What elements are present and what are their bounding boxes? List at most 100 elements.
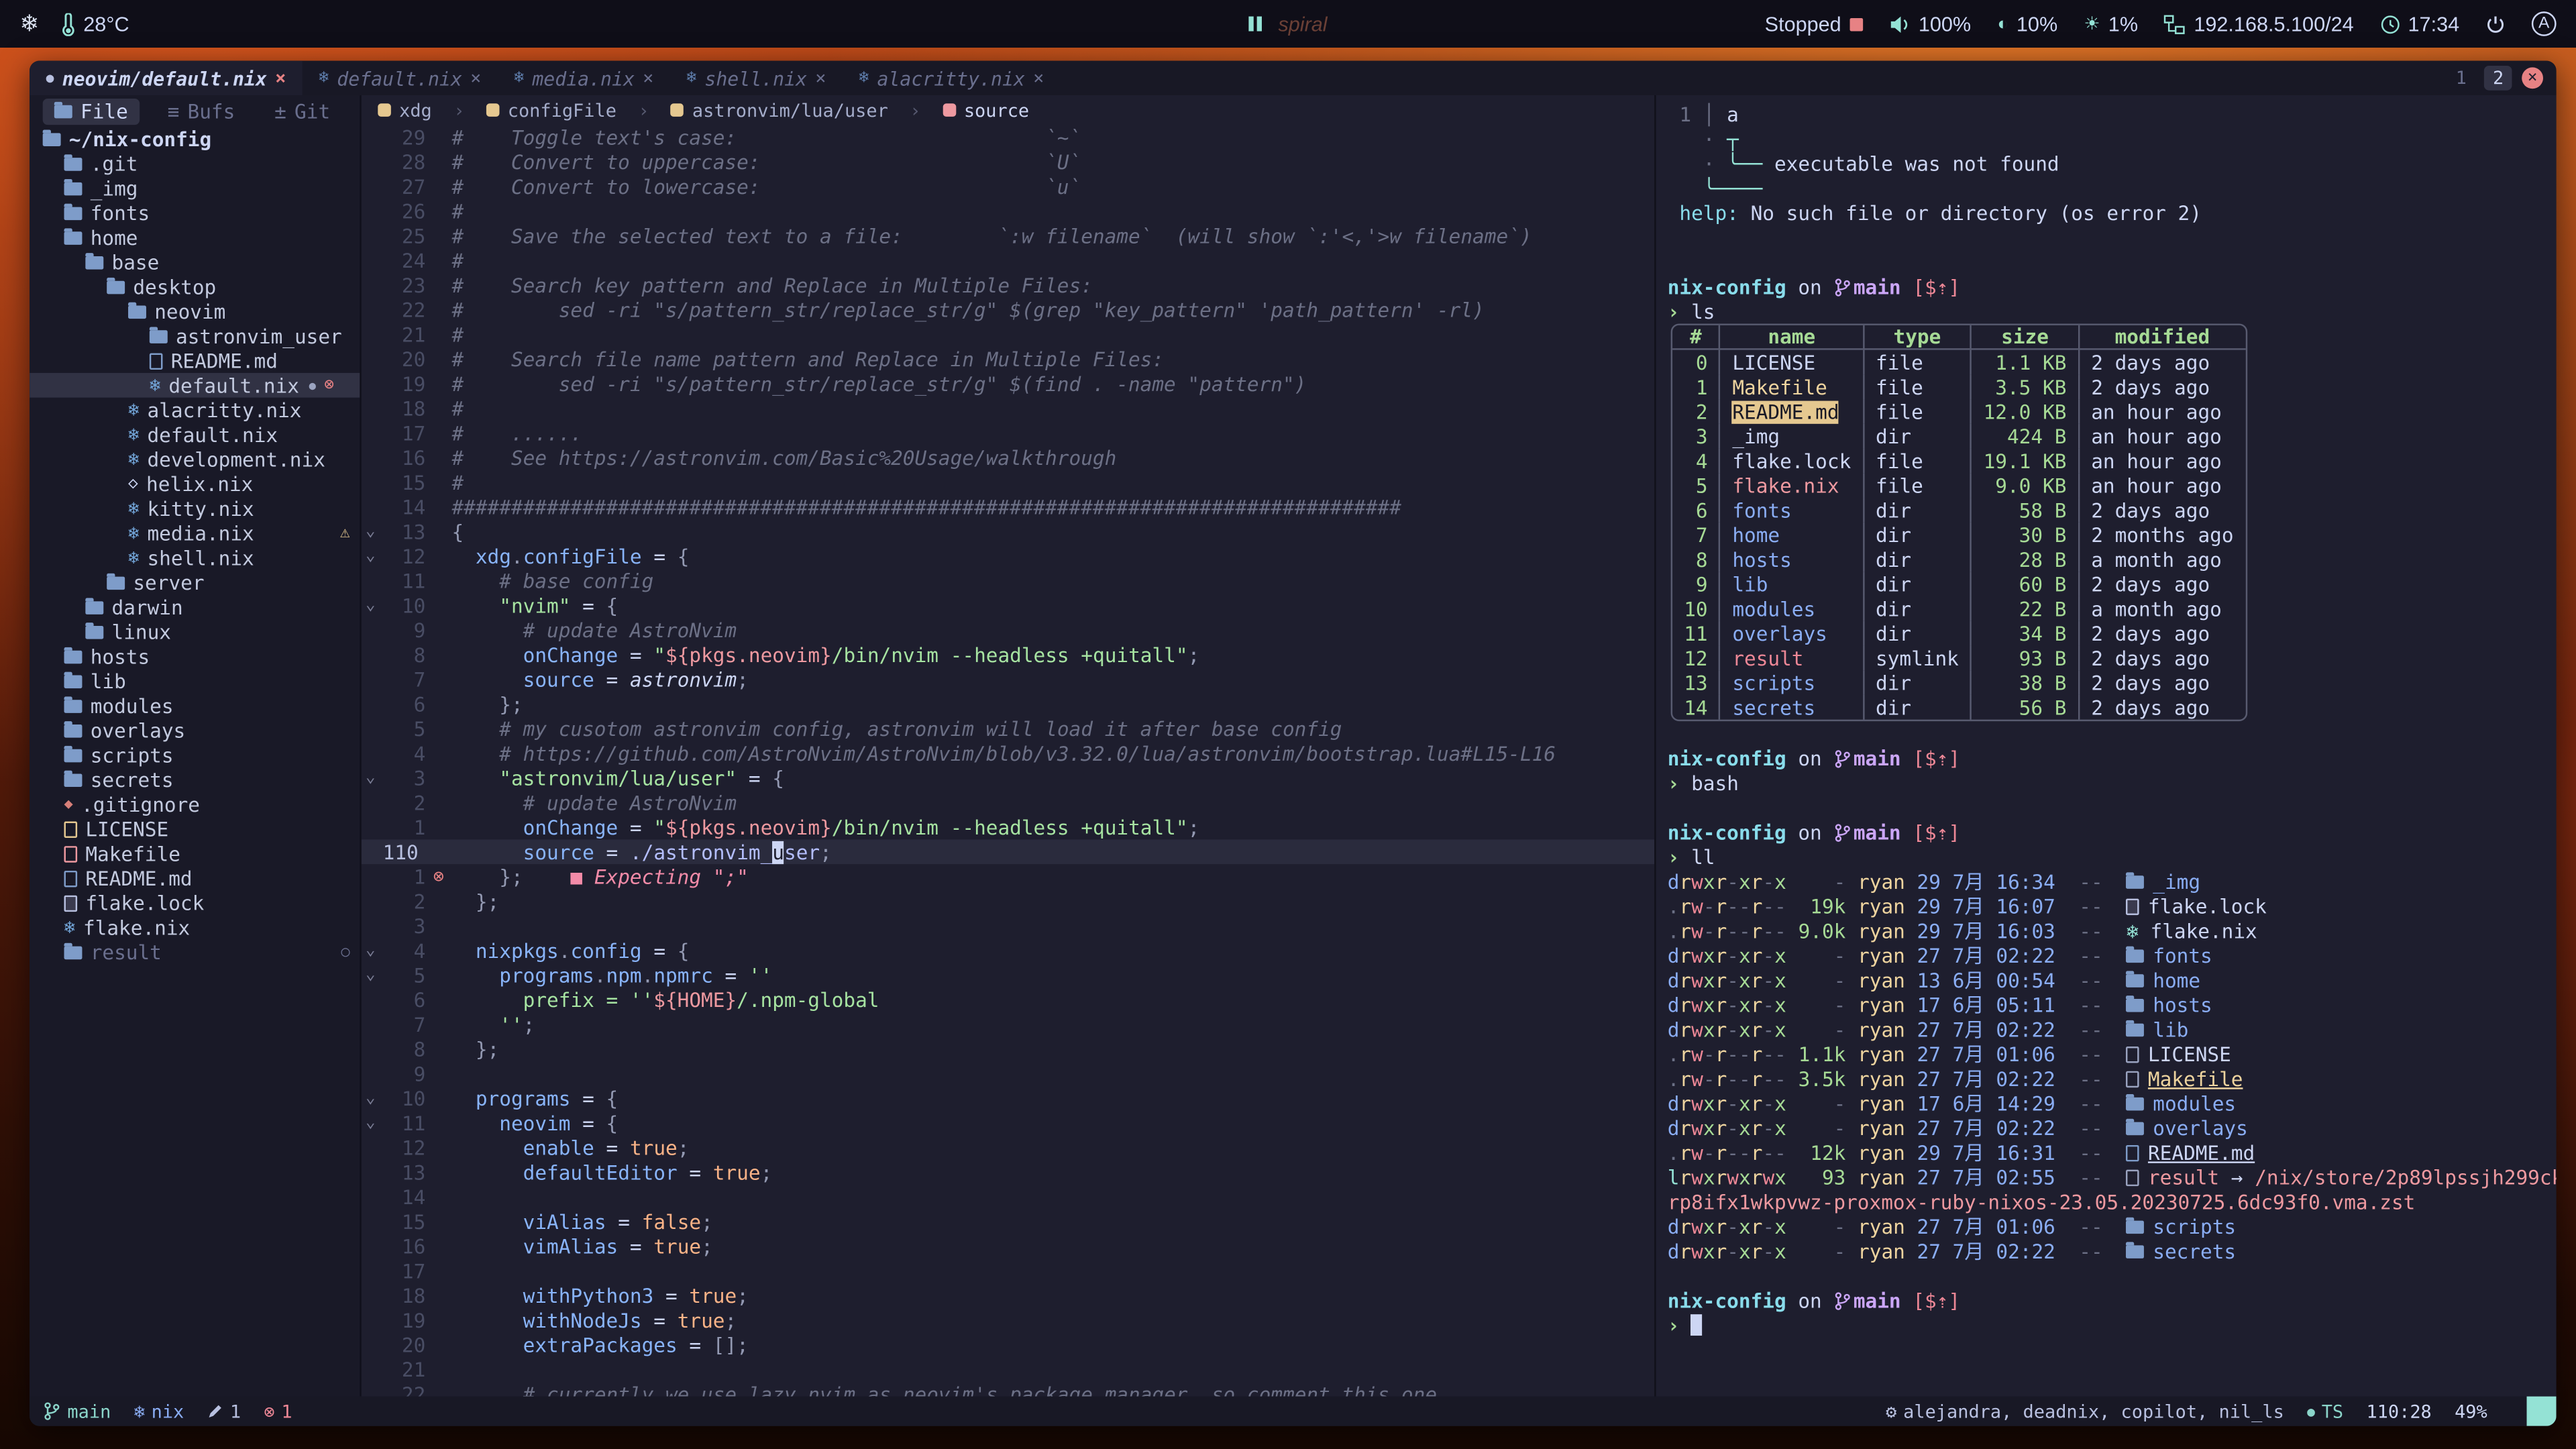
volume-module[interactable]: 100% (1889, 12, 1971, 35)
breadcrumb-item[interactable]: xdg (399, 99, 432, 121)
tree-item[interactable]: lib (30, 669, 360, 694)
tab-close-icon[interactable]: × (275, 67, 286, 89)
brightness-module[interactable]: ☀ 1% (2084, 12, 2138, 35)
code-line[interactable]: 21# (362, 322, 1654, 347)
tree-item[interactable]: ❄flake.nix (30, 915, 360, 940)
code-line[interactable]: 3 (362, 914, 1654, 938)
tab-close-icon[interactable]: × (643, 67, 653, 89)
code-line[interactable]: ⌄3 "astronvim/lua/user" = { (362, 765, 1654, 790)
media-player-module[interactable]: spiral (1248, 12, 1327, 35)
tree-item[interactable]: astronvim_user (30, 323, 360, 348)
code-line[interactable]: 23# Search key pattern and Replace in Mu… (362, 273, 1654, 298)
code-line[interactable]: ⌄4 nixpkgs.config = { (362, 938, 1654, 963)
tree-item[interactable]: ❄alacritty.nix (30, 398, 360, 423)
clock-module[interactable]: 17:34 (2380, 12, 2459, 35)
tree-item[interactable]: ❄default.nix●⊗ (30, 373, 360, 398)
code-line[interactable]: 4 # https://github.com/AstroNvim/AstroNv… (362, 741, 1654, 765)
code-line[interactable]: 20 extraPackages = []; (362, 1332, 1654, 1357)
diagnostic-info-segment[interactable]: 1 (207, 1401, 241, 1422)
code-line[interactable]: ⌄10 programs = { (362, 1086, 1654, 1111)
tree-item[interactable]: hosts (30, 644, 360, 669)
code-line[interactable]: 13 defaultEditor = true; (362, 1160, 1654, 1185)
tree-item[interactable]: ~/nix-config (30, 127, 360, 152)
code-line[interactable]: 11 # base config (362, 568, 1654, 593)
code-line[interactable]: ⌄10 "nvim" = { (362, 593, 1654, 618)
breadcrumb-item[interactable]: source (964, 99, 1029, 121)
tree-item[interactable]: ◆.gitignore (30, 792, 360, 816)
code-line[interactable]: 16# See https://astronvim.com/Basic%20Us… (362, 445, 1654, 470)
shell-command-line[interactable]: › (1668, 1313, 2557, 1338)
mic-module[interactable]: ◐ 10% (1997, 12, 2057, 35)
keyboard-layout-indicator[interactable]: A (2532, 11, 2557, 36)
tree-item[interactable]: ❄development.nix (30, 447, 360, 472)
code-line[interactable]: 9 # update AstroNvim (362, 618, 1654, 643)
code-line[interactable]: ⌄13{ (362, 519, 1654, 544)
code-line[interactable]: 6 prefix = ''${HOME}/.npm-global (362, 987, 1654, 1012)
code-line[interactable]: 2 }; (362, 889, 1654, 914)
code-line[interactable]: 19# sed -ri "s/pattern_str/replace_str/g… (362, 371, 1654, 396)
explorer-tab-git[interactable]: ±Git (263, 98, 341, 124)
shell-command-line[interactable]: › ll (1668, 845, 2557, 869)
code-line[interactable]: 27# Convert to lowercase: `u` (362, 174, 1654, 199)
terminal-pane[interactable]: 1 │ a · ┬ · ╰── executable was not found… (1654, 95, 2556, 1397)
code-line[interactable]: 12 enable = true; (362, 1135, 1654, 1160)
tree-item[interactable]: fonts (30, 201, 360, 225)
tree-item[interactable]: secrets (30, 767, 360, 792)
explorer-tab-bufs[interactable]: ≡Bufs (156, 98, 246, 124)
code-line[interactable]: 24# (362, 248, 1654, 273)
tree-item[interactable]: linux (30, 619, 360, 644)
tree-item[interactable]: LICENSE (30, 816, 360, 841)
tabpage-1[interactable]: 1 (2447, 66, 2475, 91)
buffer-tab[interactable]: ●neovim/default.nix× (30, 61, 303, 95)
code-line[interactable]: 9 (362, 1061, 1654, 1086)
power-button[interactable] (2485, 14, 2505, 34)
network-module[interactable]: 192.168.5.100/24 (2164, 12, 2353, 35)
code-line[interactable]: 14 (362, 1185, 1654, 1210)
code-line[interactable]: 25# Save the selected text to a file: `:… (362, 223, 1654, 248)
code-line[interactable]: 8 }; (362, 1036, 1654, 1061)
diagnostic-error-segment[interactable]: ⊗ 1 (264, 1401, 292, 1422)
code-line[interactable]: 14######################################… (362, 494, 1654, 519)
code-line[interactable]: 18# (362, 396, 1654, 421)
tab-close-icon[interactable]: × (815, 67, 826, 89)
code-line[interactable]: 29# Toggle text's case: `~` (362, 125, 1654, 150)
code-line[interactable]: 15# (362, 470, 1654, 494)
tree-item[interactable]: .git (30, 151, 360, 176)
code-line[interactable]: 5 # my cusotom astronvim config, astronv… (362, 716, 1654, 741)
tab-close-icon[interactable]: × (1033, 67, 1044, 89)
code-line[interactable]: 20# Search file name pattern and Replace… (362, 347, 1654, 372)
code-buffer[interactable]: 29# Toggle text's case: `~`28# Convert t… (362, 125, 1654, 1397)
code-line[interactable]: ⌄11 neovim = { (362, 1111, 1654, 1136)
tree-item[interactable]: scripts (30, 743, 360, 767)
tree-item[interactable]: base (30, 250, 360, 274)
buffer-tab[interactable]: ❄shell.nix× (670, 61, 843, 95)
code-line[interactable]: 15 viAlias = false; (362, 1209, 1654, 1234)
temperature-module[interactable]: 28°C (59, 12, 129, 35)
code-line[interactable]: 1⊗ }; ■ Expecting ";" (362, 864, 1654, 889)
tree-item[interactable]: ◇helix.nix (30, 472, 360, 496)
code-line[interactable]: 18 withPython3 = true; (362, 1283, 1654, 1308)
tree-item[interactable]: Makefile (30, 841, 360, 866)
code-line[interactable]: 110 source = ./astronvim_user; (362, 839, 1654, 864)
code-line[interactable]: 2 # update AstroNvim (362, 790, 1654, 815)
code-line[interactable]: 7 ''; (362, 1012, 1654, 1037)
code-line[interactable]: 22# sed -ri "s/pattern_str/replace_str/g… (362, 297, 1654, 322)
code-line[interactable]: ⌄5 programs.npm.npmrc = '' (362, 963, 1654, 987)
code-line[interactable]: 22 # currently we use lazy.nvim as neovi… (362, 1382, 1654, 1397)
code-editor[interactable]: xdg › configFile › astronvim/lua/user › … (362, 95, 1654, 1397)
recorder-module[interactable]: Stopped (1765, 12, 1863, 35)
shell-command-line[interactable]: › ls (1668, 299, 2557, 324)
tree-item[interactable]: ❄shell.nix (30, 545, 360, 570)
buffer-tab[interactable]: ❄default.nix× (303, 61, 498, 95)
code-line[interactable]: 1 onChange = "${pkgs.neovim}/bin/nvim --… (362, 815, 1654, 840)
tree-item[interactable]: darwin (30, 595, 360, 620)
buffer-tab[interactable]: ❄media.nix× (498, 61, 670, 95)
explorer-tab-file[interactable]: File (43, 98, 140, 124)
code-line[interactable]: 19 withNodeJs = true; (362, 1307, 1654, 1332)
tree-item[interactable]: flake.lock (30, 890, 360, 915)
tree-item[interactable]: modules (30, 693, 360, 718)
breadcrumb-item[interactable]: astronvim/lua/user (692, 99, 888, 121)
tree-item[interactable]: README.md (30, 866, 360, 891)
tree-item[interactable]: home (30, 225, 360, 250)
tree-item[interactable]: desktop (30, 274, 360, 299)
